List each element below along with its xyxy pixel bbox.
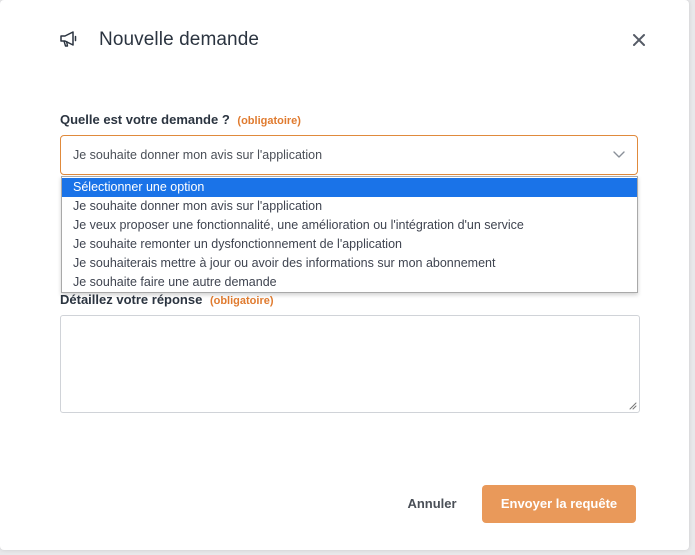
resize-handle-icon[interactable]: [627, 400, 637, 410]
request-type-options-list: Sélectionner une option Je souhaite donn…: [61, 176, 638, 293]
option-select-placeholder[interactable]: Sélectionner une option: [62, 178, 637, 197]
request-type-select-value: Je souhaite donner mon avis sur l'applic…: [73, 148, 323, 162]
request-type-label-text: Quelle est votre demande ?: [60, 112, 230, 127]
required-tag: (obligatoire): [237, 115, 301, 127]
new-request-dialog: Nouvelle demande Quelle est votre demand…: [0, 0, 689, 550]
cancel-button[interactable]: Annuler: [392, 485, 472, 523]
submit-request-button[interactable]: Envoyer la requête: [482, 485, 636, 523]
option-feedback[interactable]: Je souhaite donner mon avis sur l'applic…: [62, 197, 637, 216]
option-subscription[interactable]: Je souhaiterais mettre à jour ou avoir d…: [62, 254, 637, 273]
required-tag: (obligatoire): [209, 295, 274, 307]
details-label: Détaillez votre réponse (obligatoire): [60, 292, 274, 307]
megaphone-icon: [60, 31, 77, 47]
dialog-title: Nouvelle demande: [99, 29, 260, 50]
option-other-request[interactable]: Je souhaite faire une autre demande: [62, 273, 637, 292]
option-bug-report[interactable]: Je souhaite remonter un dysfonctionnemen…: [62, 235, 637, 254]
request-type-label: Quelle est votre demande ? (obligatoire): [60, 112, 301, 127]
details-textarea[interactable]: [60, 315, 640, 413]
close-icon[interactable]: [630, 31, 648, 49]
details-label-text: Détaillez votre réponse: [60, 292, 203, 307]
chevron-down-icon: [613, 151, 625, 158]
option-feature-proposal[interactable]: Je veux proposer une fonctionnalité, une…: [62, 216, 637, 235]
request-type-select[interactable]: Je souhaite donner mon avis sur l'applic…: [60, 135, 638, 175]
